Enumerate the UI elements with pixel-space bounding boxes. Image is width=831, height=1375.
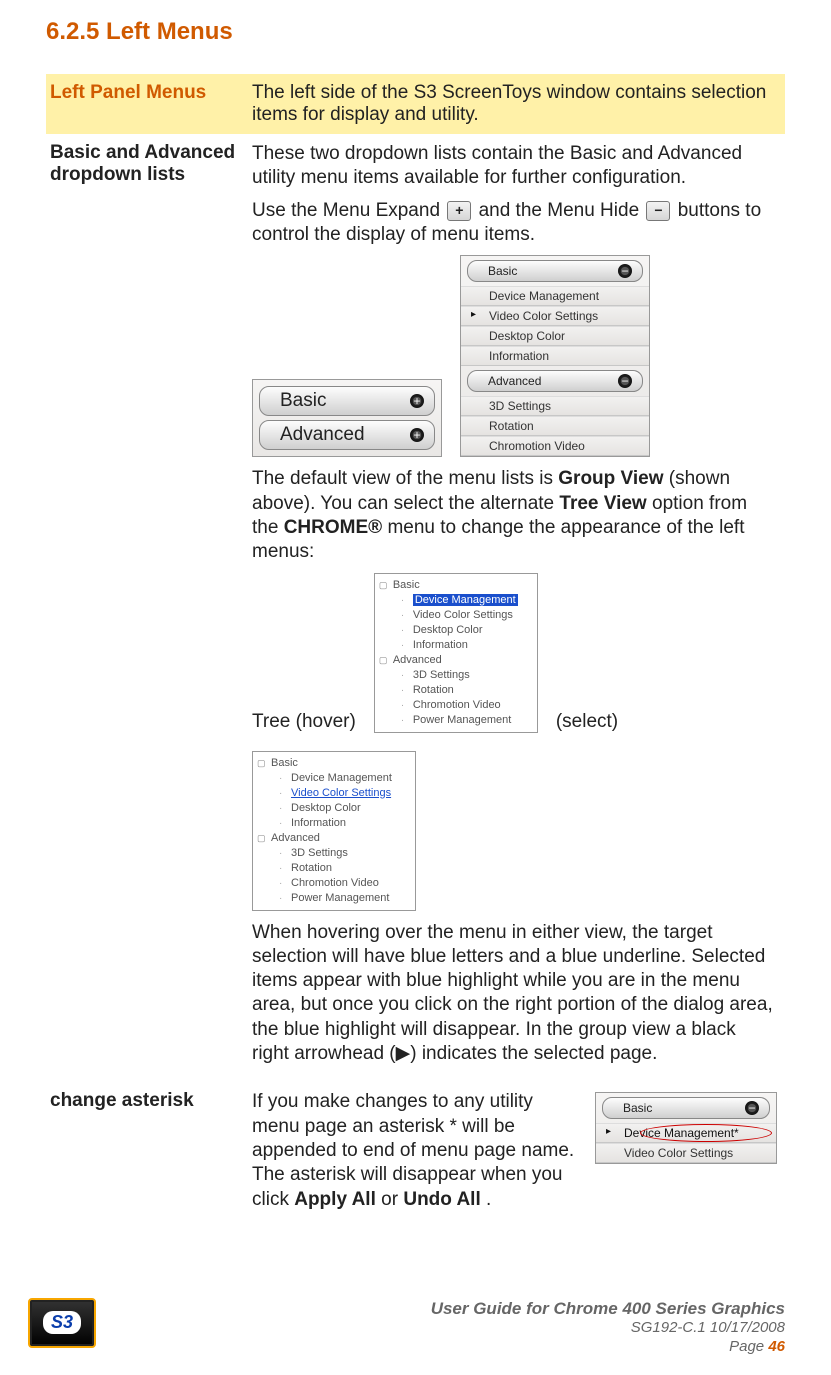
bold-text: CHROME® [284,517,382,538]
label: Basic [488,264,517,278]
tree-node[interactable]: Chromotion Video [257,876,411,891]
row-label: Left Panel Menus [46,74,248,134]
row-change-asterisk: change asterisk Basic − Device Managemen… [46,1082,785,1228]
paragraph: When hovering over the menu in either vi… [252,921,777,1067]
tree-node[interactable]: Rotation [257,861,411,876]
footer-page: Page 46 [431,1338,785,1357]
tree-node[interactable]: Advanced [257,831,411,846]
tree-panel-hover: Basic Device Management Video Color Sett… [374,573,538,733]
menu-expand-icon[interactable]: + [447,201,471,221]
label: Basic [280,390,326,412]
minus-icon: − [618,374,632,388]
tree-node[interactable]: Video Color Settings [257,786,411,801]
content-table: Left Panel Menus The left side of the S3… [46,74,785,1228]
footer-line2: SG192-C.1 10/17/2008 [431,1319,785,1338]
tree-select-label: (select) [556,711,618,733]
tree-hover-label: Tree (hover) [252,711,356,733]
tree-node[interactable]: Desktop Color [379,623,533,638]
group-item[interactable]: Device Management [461,286,649,306]
tree-node[interactable]: Power Management [379,713,533,728]
menu-hide-icon[interactable]: − [646,201,670,221]
group-header-advanced[interactable]: Advanced + [259,420,435,450]
tree-node[interactable]: Rotation [379,683,533,698]
tree-node-hover: Video Color Settings [291,787,391,799]
asterisk-example-panel: Basic − Device Management* Video Color S… [595,1092,777,1164]
tree-node[interactable]: Basic [379,578,533,593]
text: and the Menu Hide [479,200,645,221]
tree-node-selected: Device Management [413,594,518,606]
text: or [381,1189,403,1210]
minus-icon: − [618,264,632,278]
footer-line1: User Guide for Chrome 400 Series Graphic… [431,1298,785,1319]
tree-node[interactable]: Advanced [379,653,533,668]
tree-node[interactable]: Information [379,638,533,653]
bold-text: Group View [558,468,663,489]
label: Basic [623,1101,652,1115]
text: Use the Menu Expand [252,200,445,221]
tree-node[interactable]: Chromotion Video [379,698,533,713]
plus-icon: + [410,394,424,408]
group-header-advanced[interactable]: Advanced − [467,370,643,392]
page-footer: S3 User Guide for Chrome 400 Series Grap… [0,1298,831,1375]
row-label: Basic and Advanced dropdown lists [46,134,248,1082]
paragraph: Use the Menu Expand + and the Menu Hide … [252,199,777,248]
group-item[interactable]: Desktop Color [461,326,649,346]
text: . [486,1189,491,1210]
bold-text: Apply All [294,1189,376,1210]
group-item[interactable]: Chromotion Video [461,436,649,456]
page-label: Page [729,1338,768,1355]
group-header-basic[interactable]: Basic + [259,386,435,416]
group-header-basic[interactable]: Basic − [467,260,643,282]
tree-node[interactable]: 3D Settings [257,846,411,861]
group-header-basic[interactable]: Basic − [602,1097,770,1119]
group-item-asterisk[interactable]: Device Management* [596,1123,776,1143]
paragraph: These two dropdown lists contain the Bas… [252,142,777,191]
s3-logo: S3 [28,1298,96,1348]
tree-node[interactable]: Video Color Settings [379,608,533,623]
label: Advanced [488,374,541,388]
row-body: These two dropdown lists contain the Bas… [248,134,785,1082]
plus-icon: + [410,428,424,442]
page-number: 46 [768,1338,785,1355]
tree-node[interactable]: Device Management [379,593,533,608]
row-dropdown-lists: Basic and Advanced dropdown lists These … [46,134,785,1082]
paragraph: The default view of the menu lists is Gr… [252,467,777,564]
group-panel-expanded: Basic − Device Management Video Color Se… [460,255,650,457]
row-left-panel-menus: Left Panel Menus The left side of the S3… [46,74,785,134]
group-item[interactable]: Video Color Settings [596,1143,776,1163]
text: The default view of the menu lists is [252,468,558,489]
group-item[interactable]: Video Color Settings [461,306,649,326]
row-body: Basic − Device Management* Video Color S… [248,1082,785,1228]
minus-icon: − [745,1101,759,1115]
group-item[interactable]: 3D Settings [461,396,649,416]
tree-panel-select: Basic Device Management Video Color Sett… [252,751,416,911]
tree-node[interactable]: Power Management [257,891,411,906]
tree-node[interactable]: Device Management [257,771,411,786]
logo-text: S3 [43,1311,81,1334]
label: Advanced [280,424,365,446]
figure-group-views: Basic + Advanced + Basic − [252,255,777,457]
row-label: change asterisk [46,1082,248,1228]
tree-node[interactable]: Information [257,816,411,831]
page-content: 6.2.5 Left Menus Left Panel Menus The le… [0,0,831,1238]
group-item[interactable]: Information [461,346,649,366]
tree-node[interactable]: Desktop Color [257,801,411,816]
figure-tree-views: Tree (hover) Basic Device Management Vid… [252,573,777,911]
tree-node[interactable]: 3D Settings [379,668,533,683]
row-text: The left side of the S3 ScreenToys windo… [248,74,785,134]
bold-text: Undo All [403,1189,480,1210]
tree-node[interactable]: Basic [257,756,411,771]
group-item[interactable]: Rotation [461,416,649,436]
bold-text: Tree View [559,493,646,514]
group-panel-collapsed: Basic + Advanced + [252,379,442,457]
section-heading: 6.2.5 Left Menus [46,18,785,46]
